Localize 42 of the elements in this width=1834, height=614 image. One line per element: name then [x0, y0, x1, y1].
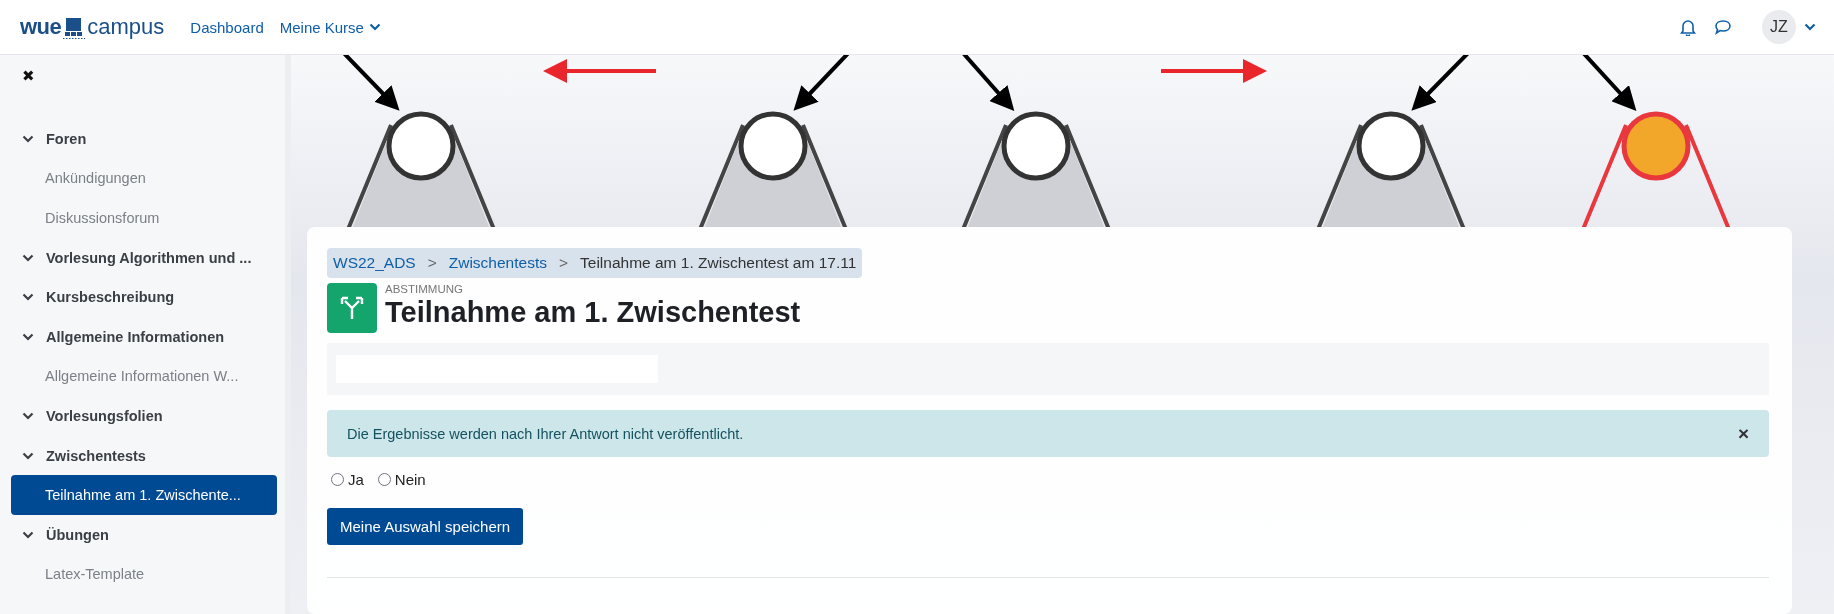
notification-bell-icon[interactable]	[1680, 18, 1696, 36]
breadcrumb-current: Teilnahme am 1. Zwischentest am 17.11	[580, 254, 857, 272]
chevron-down-icon	[22, 451, 34, 460]
activity-type: ABSTIMMUNG	[385, 283, 464, 295]
page-title: Teilnahme am 1. Zwischentest	[385, 296, 801, 329]
sidebar-item[interactable]: Teilnahme am 1. Zwischente...	[11, 475, 277, 515]
sidebar-section[interactable]: Vorlesungsfolien	[11, 396, 277, 436]
sidebar-item[interactable]: Latex-Template	[11, 554, 277, 595]
close-sidebar-icon[interactable]: ✖	[22, 67, 35, 85]
chevron-down-icon	[22, 293, 34, 302]
sidebar-section[interactable]: Kursbeschreibung	[11, 277, 277, 317]
save-choice-button[interactable]: Meine Auswahl speichern	[327, 508, 524, 545]
nav-link[interactable]: Meine Kurse	[279, 18, 381, 36]
sidebar-section[interactable]: Zwischentests	[11, 435, 277, 476]
chevron-down-icon	[22, 332, 34, 341]
chevron-down-icon	[22, 411, 34, 420]
close-icon[interactable]: ×	[1737, 422, 1749, 445]
chevron-down-icon	[1804, 23, 1816, 31]
logo-text: wue	[20, 14, 62, 40]
sidebar-item[interactable]: Allgemeine Informationen W...	[11, 356, 277, 397]
chevron-down-icon	[368, 23, 381, 31]
breadcrumb-link[interactable]: Zwischentests	[448, 254, 547, 272]
option-label[interactable]: Nein	[394, 471, 426, 488]
alert-message: Die Ergebnisse werden nach Ihrer Antwort nicht veröffentlicht.	[347, 425, 744, 442]
user-avatar[interactable]: JZ	[1762, 10, 1796, 44]
sidebar-item[interactable]: Ankündigungen	[11, 158, 277, 199]
chevron-down-icon	[22, 134, 34, 143]
chat-bubble-icon[interactable]	[1714, 19, 1732, 35]
chevron-down-icon	[22, 530, 34, 539]
sidebar-section[interactable]: Foren	[11, 119, 277, 159]
sidebar-section[interactable]: Vorlesung Algorithmen und ...	[11, 237, 277, 278]
split-arrow-icon	[339, 295, 365, 321]
option-label[interactable]: Ja	[348, 471, 364, 488]
sidebar-item[interactable]: Diskussionsforum	[11, 198, 277, 238]
chevron-down-icon	[22, 253, 34, 262]
breadcrumb-separator: >	[427, 254, 437, 272]
sidebar-section[interactable]: Übungen	[11, 514, 277, 555]
breadcrumb-separator: >	[558, 254, 569, 272]
logo-text: campus	[87, 14, 165, 40]
nav-link[interactable]: Dashboard	[190, 18, 264, 36]
breadcrumb-link[interactable]: WS22_ADS	[333, 254, 416, 272]
sidebar-section[interactable]: Allgemeine Informationen	[11, 316, 277, 357]
